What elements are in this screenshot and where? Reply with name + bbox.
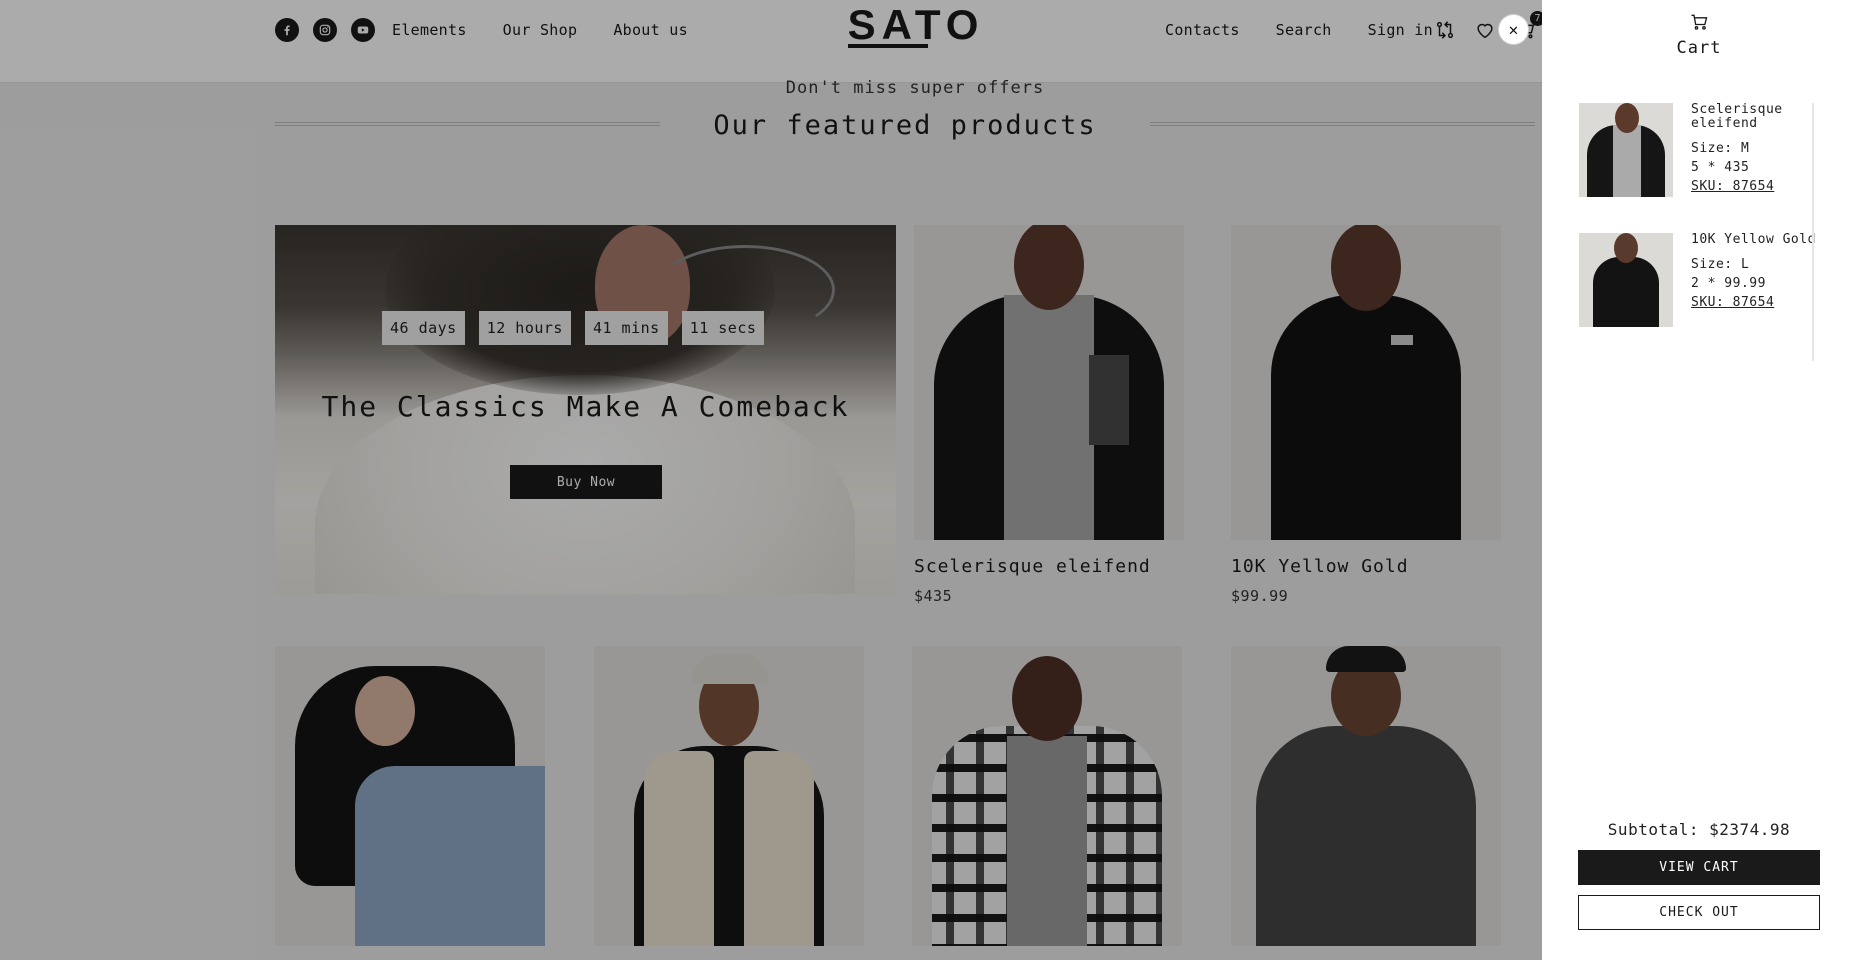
cart-subtotal: Subtotal: $2374.98 bbox=[1607, 820, 1791, 839]
cart-drawer: Cart Scelerisque eleifend Size: M 5 * 43… bbox=[1542, 0, 1856, 960]
cart-list-scrollbar[interactable] bbox=[1812, 103, 1814, 361]
cart-item-qty-price: 5 * 435 bbox=[1691, 160, 1750, 175]
cart-drawer-title: Cart bbox=[1676, 38, 1722, 58]
cart-item-info: Scelerisque eleifend Size: M 5 * 435 SKU… bbox=[1691, 103, 1824, 197]
cart-item-size: Size: M bbox=[1691, 141, 1750, 156]
cart-icon bbox=[1542, 12, 1856, 36]
cart-item-size: Size: L bbox=[1691, 257, 1750, 272]
cart-item: 10K Yellow Gold Size: L 2 * 99.99 SKU: 8… bbox=[1579, 233, 1824, 327]
cart-item-info: 10K Yellow Gold Size: L 2 * 99.99 SKU: 8… bbox=[1691, 233, 1816, 327]
cart-item-name[interactable]: 10K Yellow Gold bbox=[1691, 233, 1816, 247]
cart-item-thumbnail[interactable] bbox=[1579, 103, 1673, 197]
cart-item-qty-price: 2 * 99.99 bbox=[1691, 276, 1766, 291]
checkout-button[interactable]: CHECK OUT bbox=[1578, 895, 1820, 930]
page-dim-overlay[interactable] bbox=[0, 0, 1542, 960]
cart-item: Scelerisque eleifend Size: M 5 * 435 SKU… bbox=[1579, 103, 1824, 197]
cart-item-name[interactable]: Scelerisque eleifend bbox=[1691, 103, 1824, 131]
cart-item-thumbnail[interactable] bbox=[1579, 233, 1673, 327]
view-cart-button[interactable]: VIEW CART bbox=[1578, 850, 1820, 885]
close-icon: ✕ bbox=[1508, 20, 1519, 39]
close-drawer-button[interactable]: ✕ bbox=[1499, 15, 1528, 44]
cart-drawer-header: Cart bbox=[1542, 12, 1856, 58]
cart-item-sku[interactable]: SKU: 87654 bbox=[1691, 293, 1816, 312]
cart-item-list: Scelerisque eleifend Size: M 5 * 435 SKU… bbox=[1579, 103, 1824, 363]
cart-item-sku[interactable]: SKU: 87654 bbox=[1691, 177, 1824, 196]
